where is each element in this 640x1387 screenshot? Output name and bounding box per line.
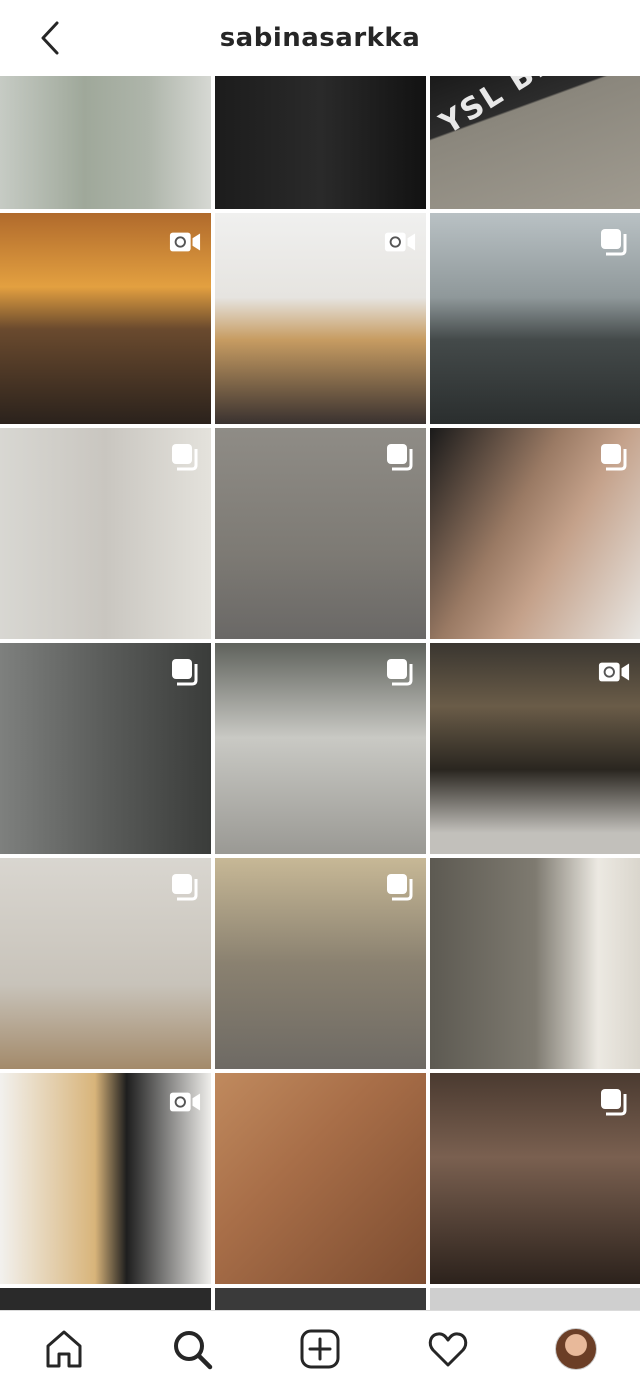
tab-search[interactable]	[162, 1319, 222, 1379]
igtv-icon	[598, 657, 630, 687]
carousel-icon	[169, 872, 201, 902]
top-bar: sabinasarkka	[0, 0, 640, 76]
post-thumbnail[interactable]	[0, 428, 211, 639]
profile-username-title: sabinasarkka	[219, 23, 421, 53]
igtv-icon	[169, 227, 201, 257]
home-icon	[46, 1330, 82, 1368]
carousel-icon	[384, 442, 416, 472]
post-overlay-text: YSL BE	[434, 76, 562, 142]
bottom-tab-bar	[0, 1310, 640, 1387]
carousel-icon	[598, 1087, 630, 1117]
igtv-icon	[384, 227, 416, 257]
post-thumbnail[interactable]	[215, 858, 426, 1069]
profile-avatar	[555, 1328, 597, 1370]
post-thumbnail[interactable]	[215, 76, 426, 209]
tab-activity[interactable]	[418, 1319, 478, 1379]
carousel-icon	[169, 657, 201, 687]
back-button[interactable]	[30, 18, 70, 58]
tab-profile[interactable]	[546, 1319, 606, 1379]
post-thumbnail[interactable]	[430, 858, 640, 1069]
carousel-icon	[384, 872, 416, 902]
post-thumbnail[interactable]	[430, 1288, 640, 1310]
search-icon	[174, 1331, 213, 1370]
post-thumbnail[interactable]	[215, 1288, 426, 1310]
post-thumbnail[interactable]	[215, 1073, 426, 1284]
igtv-icon	[169, 1087, 201, 1117]
add-post-icon	[300, 1329, 340, 1369]
post-thumbnail[interactable]	[430, 213, 640, 424]
post-thumbnail[interactable]: YSL BE	[430, 76, 640, 209]
post-thumbnail[interactable]	[430, 1073, 640, 1284]
post-thumbnail[interactable]	[430, 428, 640, 639]
post-thumbnail[interactable]	[215, 643, 426, 854]
carousel-icon	[169, 442, 201, 472]
post-thumbnail[interactable]	[215, 428, 426, 639]
post-thumbnail[interactable]	[0, 1288, 211, 1310]
post-thumbnail[interactable]	[0, 858, 211, 1069]
post-thumbnail[interactable]	[0, 1073, 211, 1284]
post-thumbnail[interactable]	[0, 213, 211, 424]
post-thumbnail[interactable]	[0, 643, 211, 854]
post-thumbnail[interactable]	[430, 643, 640, 854]
carousel-icon	[384, 657, 416, 687]
posts-grid: YSL BE	[0, 76, 640, 1310]
carousel-icon	[598, 442, 630, 472]
carousel-icon	[598, 227, 630, 257]
post-thumbnail[interactable]	[0, 76, 211, 209]
tab-home[interactable]	[34, 1319, 94, 1379]
tab-new-post[interactable]	[290, 1319, 350, 1379]
post-thumbnail[interactable]	[215, 213, 426, 424]
chevron-left-icon	[41, 21, 59, 55]
heart-icon	[428, 1332, 468, 1367]
